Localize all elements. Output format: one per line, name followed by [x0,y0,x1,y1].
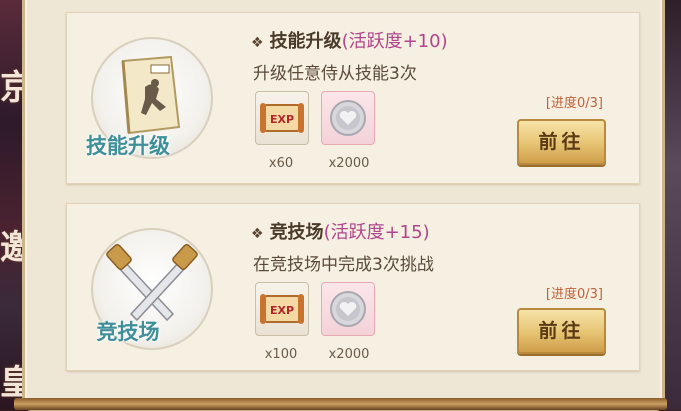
task-title-row: ❖ 技能升级(活跃度+10) [251,27,448,53]
task-title: 技能升级 [269,31,342,52]
silver-coin-icon[interactable] [321,91,375,145]
svg-text:EXP: EXP [270,113,294,126]
diamond-icon: ❖ [251,226,264,242]
reward-quantity: x100 [264,347,298,362]
task-bonus: (活跃度+15) [323,222,430,243]
emblem-label: 技能升级 [86,133,170,158]
reward-quantity: x60 [268,156,294,171]
panel-bottom-trim [14,398,667,410]
diamond-icon: ❖ [251,35,264,51]
task-title: 竞技场 [269,222,324,243]
task-card-arena: 竞技场 ❖ 竞技场(活跃度+15) 在竞技场中完成3次挑战 EXP x100 x2… [66,203,640,371]
task-card-skill-upgrade: 技能升级 ❖ 技能升级(活跃度+10) 升级任意侍从技能3次 EXP x60 x2… [66,12,640,184]
go-button[interactable]: 前往 [517,119,606,165]
task-bonus: (活跃度+10) [341,31,448,52]
task-title-row: ❖ 竞技场(活跃度+15) [251,218,430,244]
exp-scroll-icon[interactable]: EXP [255,91,309,145]
reward-quantity: x2000 [328,347,370,362]
go-button[interactable]: 前往 [517,308,606,354]
task-progress: [进度0/3] [545,287,603,302]
task-description: 升级任意侍从技能3次 [253,64,417,84]
exp-scroll-icon[interactable]: EXP [255,282,309,336]
emblem-label: 竞技场 [96,319,160,344]
task-description: 在竞技场中完成3次挑战 [253,255,434,275]
task-progress: [进度0/3] [545,96,603,111]
svg-text:EXP: EXP [270,304,294,317]
reward-quantity: x2000 [328,156,370,171]
silver-coin-icon[interactable] [321,282,375,336]
